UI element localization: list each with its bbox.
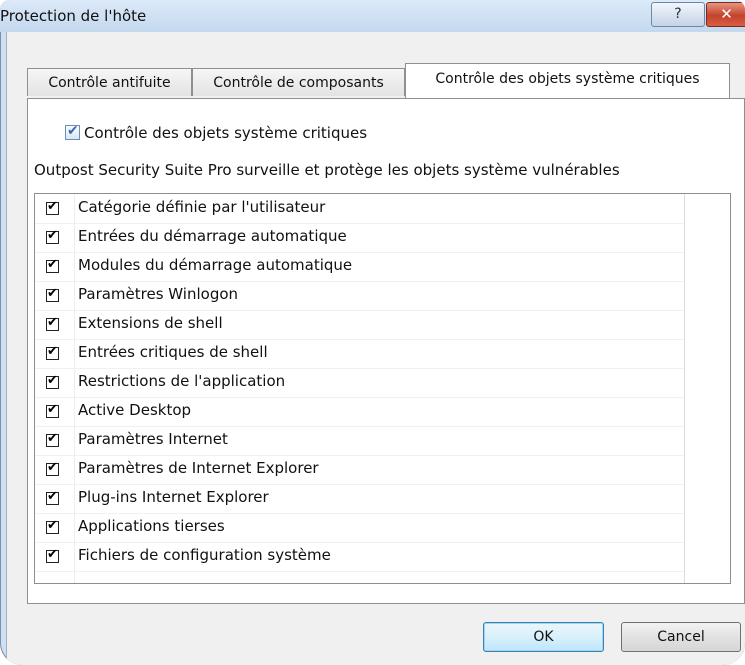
panel-description: Outpost Security Suite Pro surveille et … bbox=[34, 161, 620, 179]
title-bar[interactable]: Protection de l'hôte ? ✕ bbox=[0, 0, 745, 32]
item-label: Extensions de shell bbox=[78, 314, 223, 332]
item-checkbox[interactable]: ✔ bbox=[46, 373, 59, 389]
item-label: Paramètres Internet bbox=[78, 430, 228, 448]
list-item[interactable]: ✔ Modules du démarrage automatique bbox=[35, 252, 684, 282]
list-item[interactable]: ✔ Plug-ins Internet Explorer bbox=[35, 484, 684, 514]
item-checkbox[interactable]: ✔ bbox=[46, 489, 59, 505]
item-label: Modules du démarrage automatique bbox=[78, 256, 353, 274]
check-icon: ✔ bbox=[47, 373, 58, 388]
dialog-window: Protection de l'hôte ? ✕ Contrôle antifu… bbox=[0, 0, 745, 665]
check-icon: ✔ bbox=[47, 199, 58, 214]
check-icon: ✔ bbox=[47, 344, 58, 359]
list-item[interactable]: ✔ Restrictions de l'application bbox=[35, 368, 684, 398]
item-label: Restrictions de l'application bbox=[78, 372, 286, 390]
check-icon: ✔ bbox=[47, 431, 58, 446]
item-checkbox[interactable]: ✔ bbox=[46, 431, 59, 447]
list-item[interactable]: ✔ Entrées du démarrage automatique bbox=[35, 223, 684, 253]
item-checkbox[interactable]: ✔ bbox=[46, 547, 59, 563]
window-title: Protection de l'hôte bbox=[0, 7, 147, 25]
list-item[interactable]: ✔ Active Desktop bbox=[35, 397, 684, 427]
close-icon: ✕ bbox=[720, 5, 733, 23]
list-item[interactable]: ✔ Catégorie définie par l'utilisateur bbox=[35, 194, 684, 224]
item-label: Catégorie définie par l'utilisateur bbox=[78, 198, 326, 216]
check-icon: ✔ bbox=[47, 257, 58, 272]
objects-list[interactable]: ✔ Catégorie définie par l'utilisateur ✔ … bbox=[34, 193, 731, 584]
item-checkbox[interactable]: ✔ bbox=[46, 344, 59, 360]
item-label: Fichiers de configuration système bbox=[78, 546, 331, 564]
help-button[interactable]: ? bbox=[651, 2, 705, 27]
ok-button[interactable]: OK bbox=[483, 622, 604, 652]
item-checkbox[interactable]: ✔ bbox=[46, 228, 59, 244]
tab-critical-objects-control[interactable]: Contrôle des objets système critiques bbox=[405, 63, 730, 98]
cancel-button[interactable]: Cancel bbox=[621, 622, 741, 652]
check-icon: ✔ bbox=[47, 547, 58, 562]
column-divider bbox=[684, 194, 685, 583]
check-icon: ✔ bbox=[47, 402, 58, 417]
item-checkbox[interactable]: ✔ bbox=[46, 518, 59, 534]
list-item[interactable]: ✔ Applications tierses bbox=[35, 513, 684, 543]
list-item[interactable]: ✔ Entrées critiques de shell bbox=[35, 339, 684, 369]
tab-leak-control[interactable]: Contrôle antifuite bbox=[27, 68, 192, 96]
check-icon: ✔ bbox=[47, 228, 58, 243]
item-checkbox[interactable]: ✔ bbox=[46, 286, 59, 302]
item-label: Entrées critiques de shell bbox=[78, 343, 268, 361]
item-checkbox[interactable]: ✔ bbox=[46, 257, 59, 273]
item-label: Paramètres de Internet Explorer bbox=[78, 459, 319, 477]
check-icon: ✔ bbox=[67, 123, 79, 139]
item-label: Entrées du démarrage automatique bbox=[78, 227, 347, 245]
item-checkbox[interactable]: ✔ bbox=[46, 460, 59, 476]
check-icon: ✔ bbox=[47, 460, 58, 475]
check-icon: ✔ bbox=[47, 286, 58, 301]
tab-panel: ✔ Contrôle des objets système critiques O… bbox=[27, 98, 745, 604]
list-item[interactable]: ✔ Paramètres Internet bbox=[35, 426, 684, 456]
check-icon: ✔ bbox=[47, 518, 58, 533]
item-label: Active Desktop bbox=[78, 401, 192, 419]
enable-critical-objects-checkbox[interactable]: ✔ Contrôle des objets système critiques bbox=[65, 123, 368, 142]
item-label: Plug-ins Internet Explorer bbox=[78, 488, 269, 506]
item-checkbox[interactable]: ✔ bbox=[46, 315, 59, 331]
list-item[interactable]: ✔ Extensions de shell bbox=[35, 310, 684, 340]
checkbox-box[interactable]: ✔ bbox=[65, 123, 80, 140]
item-checkbox[interactable]: ✔ bbox=[46, 199, 59, 215]
list-item[interactable]: ✔ Paramètres de Internet Explorer bbox=[35, 455, 684, 485]
item-label: Paramètres Winlogon bbox=[78, 285, 239, 303]
close-button[interactable]: ✕ bbox=[706, 2, 745, 27]
list-item[interactable]: ✔ Paramètres Winlogon bbox=[35, 281, 684, 311]
enable-checkbox-label: Contrôle des objets système critiques bbox=[84, 124, 368, 142]
item-label: Applications tierses bbox=[78, 517, 225, 535]
check-icon: ✔ bbox=[47, 315, 58, 330]
list-item[interactable]: ✔ Fichiers de configuration système bbox=[35, 542, 684, 572]
item-checkbox[interactable]: ✔ bbox=[46, 402, 59, 418]
tab-bar: Contrôle antifuite Contrôle de composant… bbox=[7, 32, 745, 100]
check-icon: ✔ bbox=[47, 489, 58, 504]
dialog-body: Contrôle antifuite Contrôle de composant… bbox=[6, 32, 745, 665]
tab-component-control[interactable]: Contrôle de composants bbox=[192, 68, 405, 96]
